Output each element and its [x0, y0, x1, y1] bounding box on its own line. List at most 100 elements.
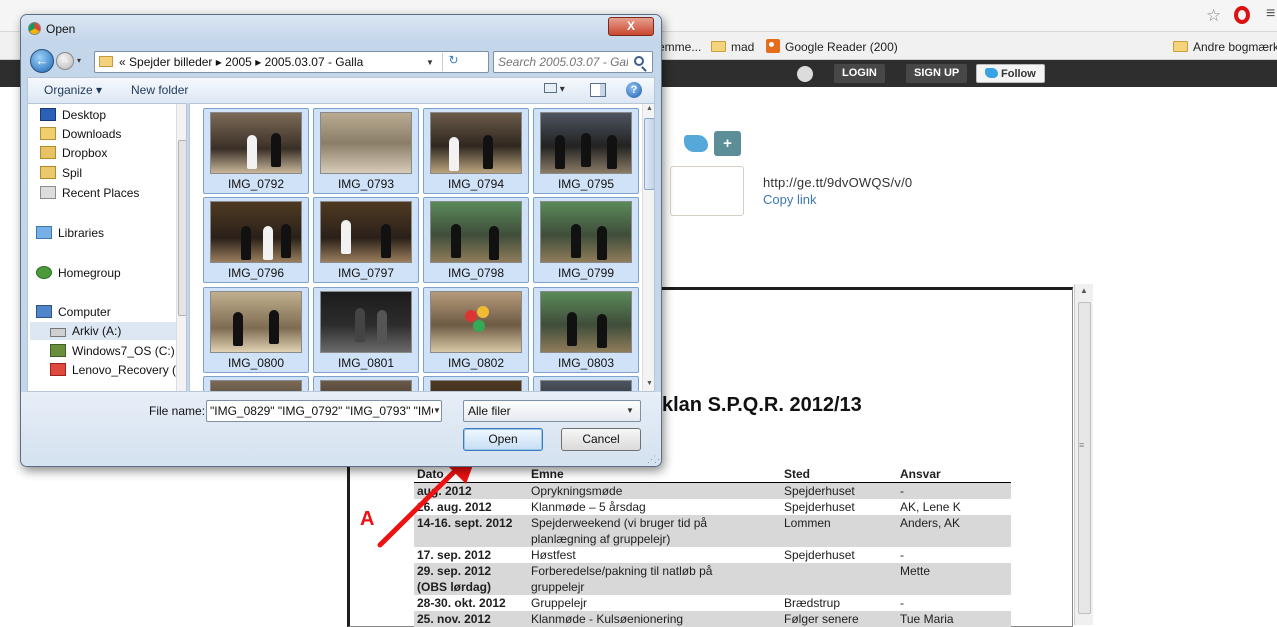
file-tile[interactable] — [423, 376, 529, 391]
nav-item-dropbox[interactable]: Dropbox — [40, 144, 107, 162]
downloads-icon — [40, 127, 56, 140]
forward-arrow-icon[interactable]: → — [56, 52, 74, 70]
nav-item-libraries[interactable]: Libraries — [36, 224, 104, 242]
file-name-dropdown-icon[interactable]: ▼ — [433, 401, 441, 421]
file-tile[interactable]: IMG_0794 — [423, 108, 529, 194]
file-tile[interactable] — [313, 376, 419, 391]
back-arrow-icon[interactable]: ← — [30, 49, 54, 73]
bookmark-item-google-reader[interactable]: Google Reader (200) — [766, 38, 898, 56]
bookmark-label: mad — [731, 40, 755, 54]
cell: Brædstrup — [784, 596, 841, 610]
file-name-label: File name: — [149, 404, 206, 418]
scroll-thumb[interactable] — [178, 140, 186, 316]
file-list-scrollbar[interactable]: ▲ ▼ — [642, 104, 654, 391]
twitter-share-icon[interactable] — [684, 135, 708, 152]
breadcrumb-separator-icon[interactable]: ▸ — [216, 55, 222, 69]
share-url: http://ge.tt/9dvOWQS/v/0 — [763, 175, 913, 190]
breadcrumb-overflow[interactable]: « — [119, 55, 126, 69]
bookmark-star-icon[interactable]: ☆ — [1206, 6, 1221, 26]
search-input[interactable] — [498, 54, 628, 70]
bookmark-item-other[interactable]: Andre bogmærke — [1173, 38, 1277, 56]
scroll-thumb[interactable] — [644, 118, 654, 190]
nav-item-windows-drive[interactable]: Windows7_OS (C:) — [50, 342, 175, 360]
nav-item-homegroup[interactable]: Homegroup — [36, 264, 121, 282]
follow-button[interactable]: Follow — [976, 64, 1045, 83]
cell: 28-30. okt. 2012 — [417, 596, 506, 610]
file-tile[interactable]: IMG_0793 — [313, 108, 419, 194]
globe-icon[interactable] — [797, 66, 813, 82]
login-button[interactable]: LOGIN — [834, 64, 885, 83]
file-tile[interactable] — [203, 376, 309, 391]
folder-icon — [99, 56, 113, 67]
file-type-select[interactable]: Alle filer ▼ — [463, 400, 641, 422]
cell — [781, 579, 897, 595]
photo-thumbnail — [320, 380, 412, 391]
nav-item-downloads[interactable]: Downloads — [40, 125, 121, 143]
search-icon[interactable] — [634, 56, 644, 66]
new-folder-button[interactable]: New folder — [131, 83, 188, 97]
person-figure — [377, 310, 387, 344]
scroll-thumb[interactable] — [1078, 302, 1091, 614]
nav-item-recent-places[interactable]: Recent Places — [40, 184, 139, 202]
address-dropdown-icon[interactable]: ▼ — [426, 58, 434, 67]
google-plus-icon[interactable]: + — [714, 131, 741, 156]
file-tile[interactable]: IMG_0800 — [203, 287, 309, 373]
folder-icon — [711, 41, 726, 52]
file-tile[interactable]: IMG_0802 — [423, 287, 529, 373]
nav-item-computer[interactable]: Computer — [36, 303, 111, 321]
bookmark-item[interactable]: emme... — [658, 38, 701, 56]
file-name-input[interactable]: "IMG_0829" "IMG_0792" "IMG_0793" "IMG_07… — [206, 400, 442, 422]
refresh-icon[interactable]: ↻ — [442, 53, 464, 71]
scroll-up-arrow-icon[interactable]: ▲ — [646, 105, 653, 112]
file-tile[interactable]: IMG_0798 — [423, 197, 529, 283]
dialog-toolbar: Organize ▾ New folder ▾ ? — [27, 77, 655, 103]
table-row: 14-16. sept. 2012 Spejderweekend (vi brug… — [414, 515, 1011, 531]
resize-grip-icon[interactable]: ⋰⋰ — [647, 454, 661, 465]
file-tile[interactable]: IMG_0801 — [313, 287, 419, 373]
address-bar[interactable]: « Spejder billeder ▸ 2005 ▸ 2005.03.07 -… — [94, 51, 489, 73]
nav-pane-scrollbar[interactable] — [176, 104, 186, 391]
cancel-button[interactable]: Cancel — [561, 428, 641, 451]
file-tile[interactable]: IMG_0799 — [533, 197, 639, 283]
nav-item-spil[interactable]: Spil — [40, 164, 82, 182]
menu-icon[interactable]: ≡ — [1266, 5, 1275, 23]
document-title: klan S.P.Q.R. 2012/13 — [662, 394, 862, 416]
scroll-up-arrow-icon[interactable]: ▲ — [1080, 286, 1088, 295]
file-tile[interactable]: IMG_0792 — [203, 108, 309, 194]
nav-item-lenovo-recovery[interactable]: Lenovo_Recovery ( — [50, 361, 176, 379]
change-view-button[interactable]: ▾ — [544, 83, 574, 99]
breadcrumb-item[interactable]: 2005 — [225, 55, 252, 69]
file-tile[interactable]: IMG_0797 — [313, 197, 419, 283]
search-box[interactable] — [493, 51, 653, 73]
close-button[interactable]: X — [608, 17, 654, 36]
twitter-icon — [985, 68, 998, 78]
help-icon[interactable]: ? — [626, 82, 642, 98]
file-tile[interactable] — [533, 376, 639, 391]
nav-item-arkiv-drive[interactable]: Arkiv (A:) — [30, 322, 186, 340]
copy-link[interactable]: Copy link — [763, 192, 816, 207]
share-link-box[interactable] — [670, 166, 744, 216]
preview-pane-icon[interactable] — [590, 83, 606, 97]
document-scrollbar[interactable]: ▲ ≡ — [1074, 284, 1093, 625]
libraries-icon — [36, 226, 52, 239]
scroll-down-arrow-icon[interactable]: ▼ — [646, 380, 653, 387]
organize-button[interactable]: Organize ▾ — [44, 83, 102, 97]
dialog-titlebar[interactable]: Open X — [21, 15, 661, 43]
breadcrumb-separator-icon[interactable]: ▸ — [255, 55, 261, 69]
signup-button[interactable]: SIGN UP — [906, 64, 968, 83]
photo-thumbnail — [540, 112, 632, 174]
recent-locations-icon[interactable]: ▾ — [77, 56, 81, 65]
file-tile[interactable]: IMG_0796 — [203, 197, 309, 283]
open-button[interactable]: Open — [463, 428, 543, 451]
file-name: IMG_0795 — [557, 177, 615, 191]
dropbox-icon — [40, 146, 56, 159]
nav-item-desktop[interactable]: Desktop — [40, 106, 106, 124]
nav-label: Dropbox — [62, 146, 108, 160]
opera-icon[interactable] — [1234, 6, 1250, 24]
file-tile[interactable]: IMG_0803 — [533, 287, 639, 373]
breadcrumb-item[interactable]: Spejder billeder — [129, 55, 212, 69]
bookmark-item-mad[interactable]: mad — [711, 38, 754, 56]
breadcrumb-item[interactable]: 2005.03.07 - Galla — [265, 55, 364, 69]
cell: - — [900, 548, 904, 562]
file-tile[interactable]: IMG_0795 — [533, 108, 639, 194]
